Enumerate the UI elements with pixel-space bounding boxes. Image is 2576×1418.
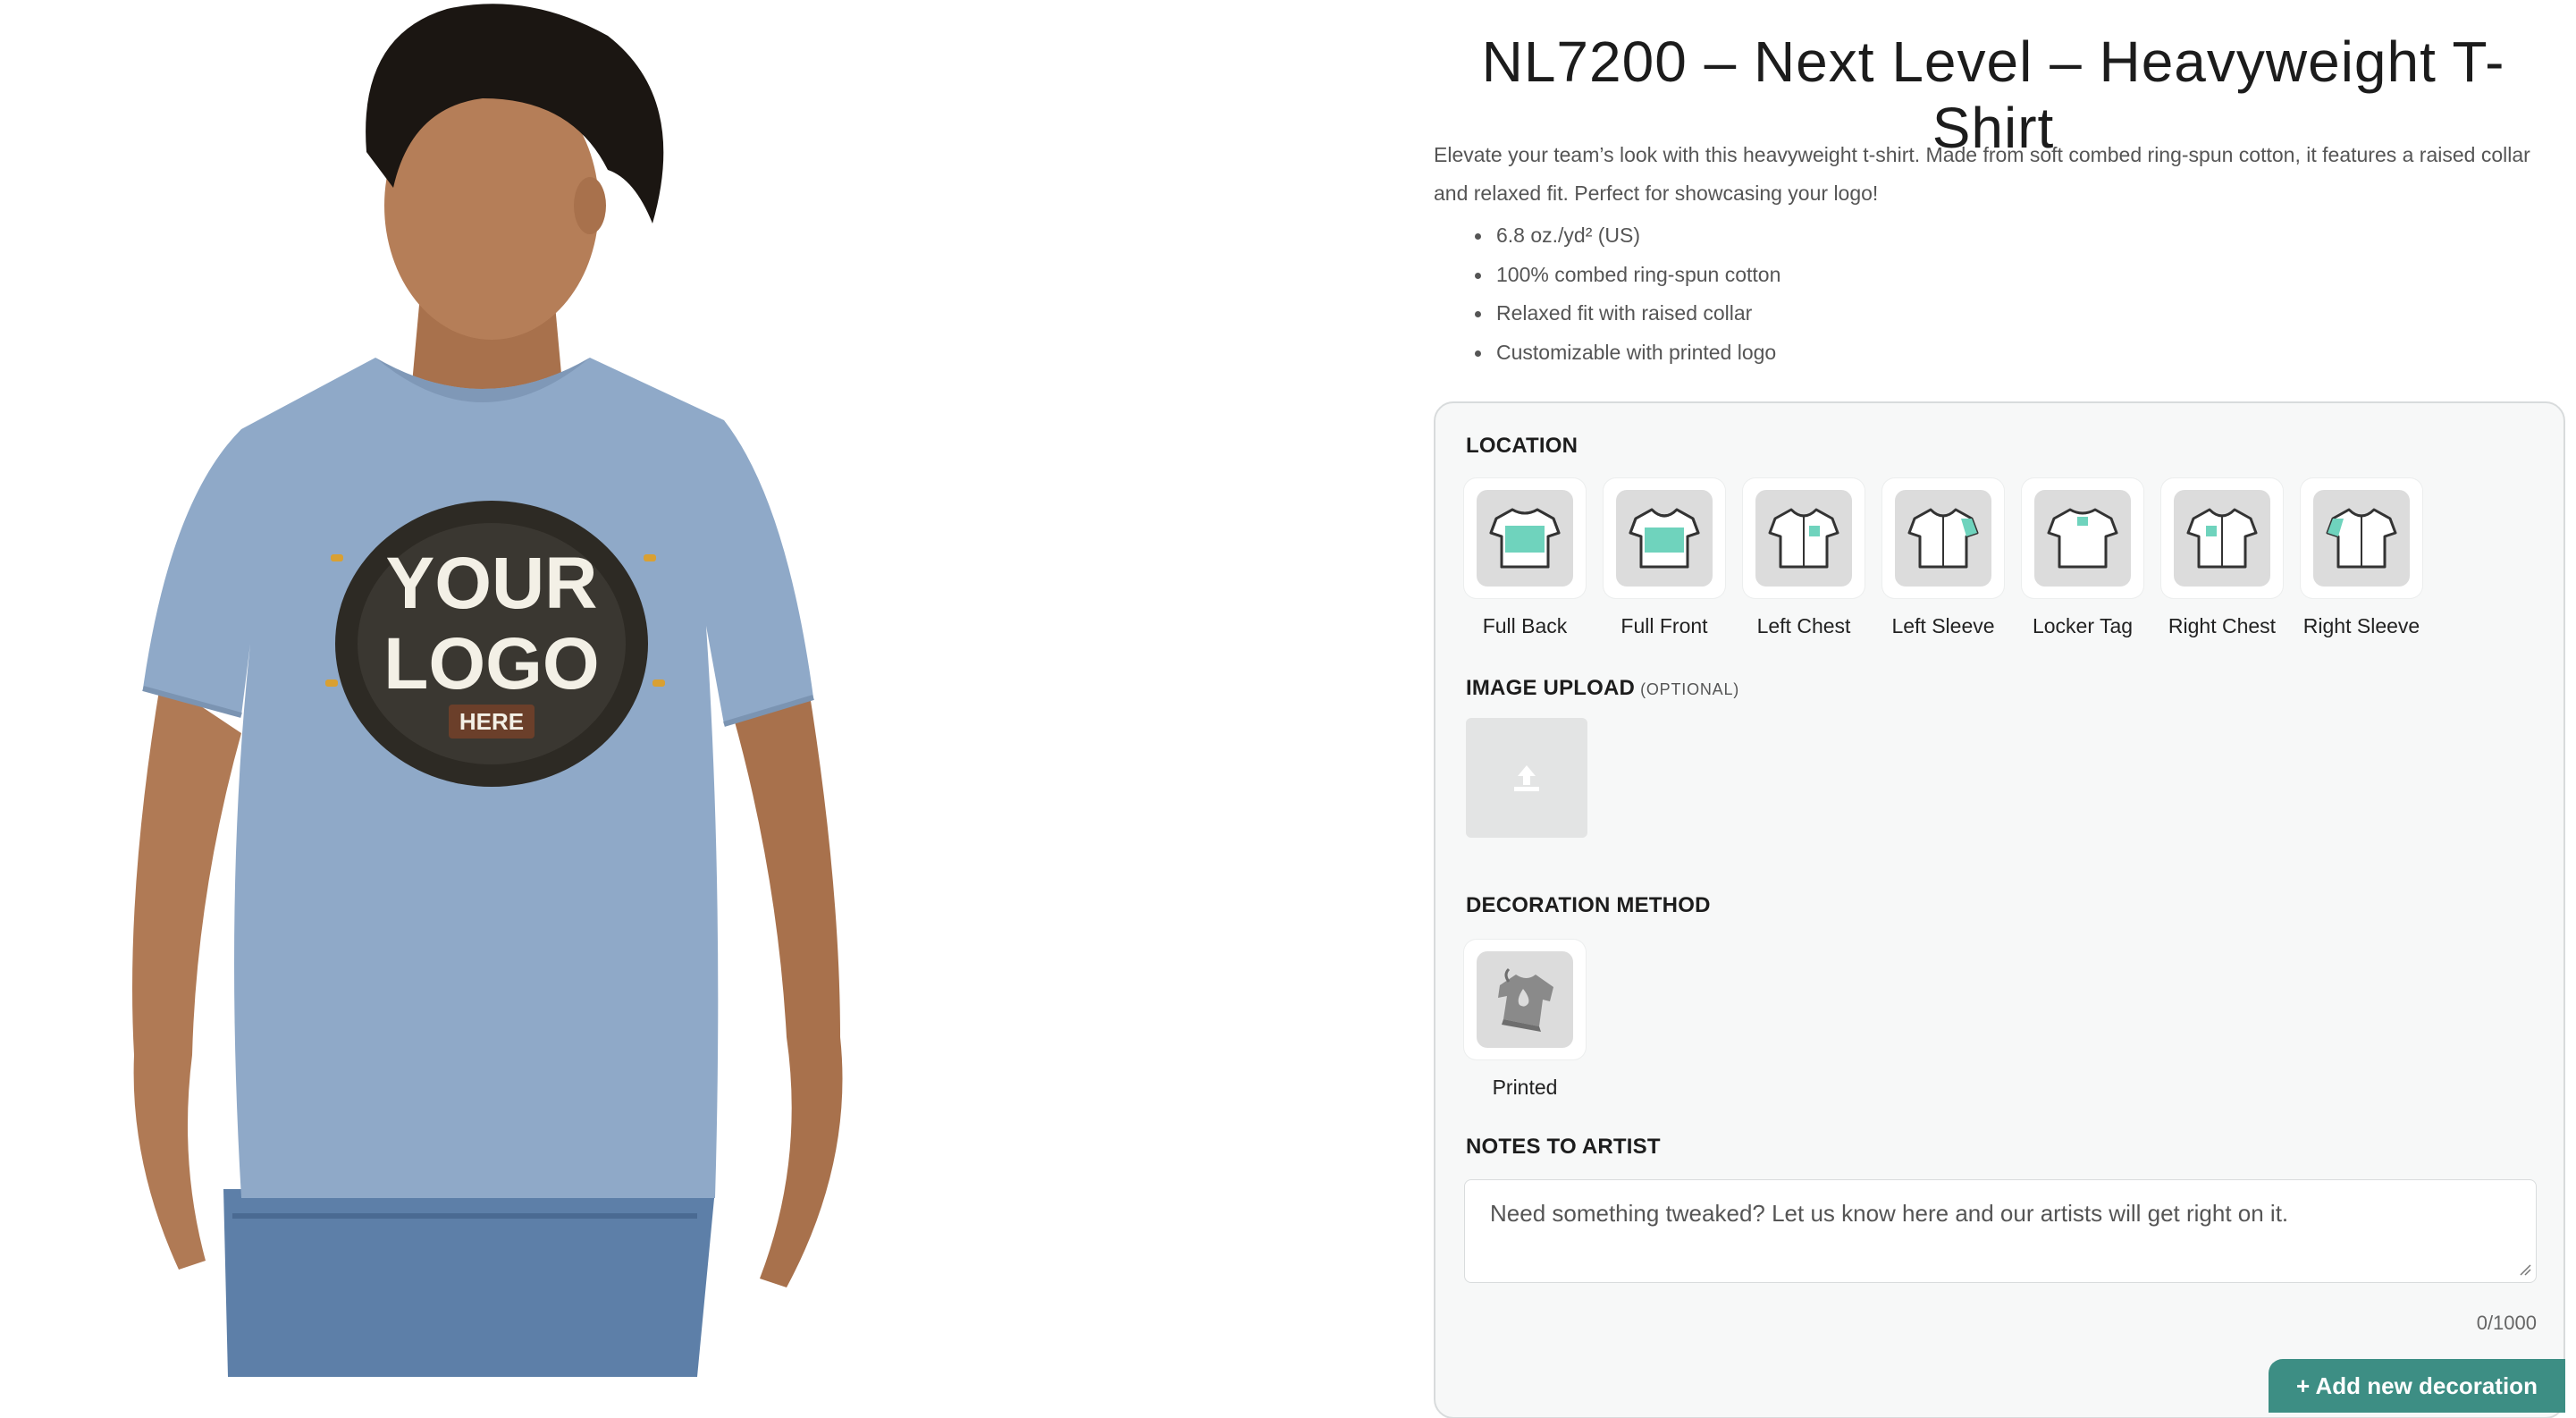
printed-shirt-icon <box>1477 951 1573 1048</box>
location-card[interactable] <box>1464 478 1586 598</box>
location-label: Full Back <box>1482 614 1568 637</box>
location-option-right-sleeve[interactable]: Right Sleeve <box>2301 478 2422 638</box>
svg-text:LOGO: LOGO <box>383 623 599 705</box>
feature-item: Customizable with printed logo <box>1473 333 1780 373</box>
feature-item: 100% combed ring-spun cotton <box>1473 256 1780 295</box>
svg-text:YOUR: YOUR <box>386 543 598 624</box>
upload-icon <box>1514 765 1539 791</box>
product-photo: YOUR LOGO HERE <box>107 0 894 1377</box>
decoration-option-printed[interactable]: Printed <box>1464 940 1586 1100</box>
optional-note: (OPTIONAL) <box>1640 680 1740 698</box>
location-card[interactable] <box>1743 478 1865 598</box>
shirt-locker-tag-icon <box>2034 490 2131 587</box>
location-option-full-back[interactable]: Full Back <box>1464 478 1586 638</box>
shirt-right-chest-icon <box>2174 490 2270 587</box>
model-tshirt-illustration: YOUR LOGO HERE <box>132 4 843 1377</box>
notes-to-artist-input[interactable] <box>1464 1179 2537 1283</box>
add-new-decoration-button[interactable]: + Add new decoration <box>2269 1359 2565 1413</box>
product-description: Elevate your team’s look with this heavy… <box>1434 143 2530 205</box>
location-label: Right Sleeve <box>2302 614 2420 637</box>
decoration-card[interactable] <box>1464 940 1586 1059</box>
feature-item: Relaxed fit with raised collar <box>1473 294 1780 333</box>
location-label: Locker Tag <box>2032 614 2134 637</box>
location-option-left-chest[interactable]: Left Chest <box>1743 478 1865 638</box>
location-option-left-sleeve[interactable]: Left Sleeve <box>1882 478 2004 638</box>
location-label: Left Sleeve <box>1891 614 1995 637</box>
product-features: 6.8 oz./yd² (US) 100% combed ring-spun c… <box>1473 216 1780 372</box>
location-option-locker-tag[interactable]: Locker Tag <box>2022 478 2143 638</box>
svg-text:HERE: HERE <box>459 708 524 735</box>
decoration-method-heading: DECORATION METHOD <box>1466 893 1711 917</box>
location-card[interactable] <box>2022 478 2143 598</box>
location-options: Full Back Full Front Left Chest Left Sle… <box>1464 478 2422 638</box>
product-page: YOUR LOGO HERE NL7200 – Next Level – Hea… <box>0 0 2576 1418</box>
feature-item: 6.8 oz./yd² (US) <box>1473 216 1780 256</box>
location-option-full-front[interactable]: Full Front <box>1604 478 1725 638</box>
notes-heading: NOTES TO ARTIST <box>1466 1135 1661 1159</box>
image-upload-label: IMAGE UPLOAD <box>1466 676 1636 700</box>
location-card[interactable] <box>2161 478 2283 598</box>
image-upload-heading: IMAGE UPLOAD (OPTIONAL) <box>1466 676 1739 701</box>
shirt-full-front-icon <box>1616 490 1713 587</box>
location-label: Right Chest <box>2168 614 2277 637</box>
location-card[interactable] <box>1882 478 2004 598</box>
decoration-panel: LOCATION Full Back Full Front Left Chest… <box>1434 401 2565 1418</box>
location-label: Full Front <box>1621 614 1708 637</box>
shirt-full-back-icon <box>1477 490 1573 587</box>
location-card[interactable] <box>1604 478 1725 598</box>
location-card[interactable] <box>2301 478 2422 598</box>
shirt-left-sleeve-icon <box>1895 490 1991 587</box>
location-option-right-chest[interactable]: Right Chest <box>2161 478 2283 638</box>
shirt-left-chest-icon <box>1755 490 1852 587</box>
decoration-label: Printed <box>1492 1076 1558 1099</box>
image-upload-button[interactable] <box>1466 718 1587 838</box>
location-heading: LOCATION <box>1466 434 1578 458</box>
location-label: Left Chest <box>1756 614 1851 637</box>
notes-char-counter: 0/1000 <box>2476 1312 2537 1334</box>
resize-handle-icon[interactable] <box>2519 1263 2531 1276</box>
shirt-right-sleeve-icon <box>2313 490 2410 587</box>
